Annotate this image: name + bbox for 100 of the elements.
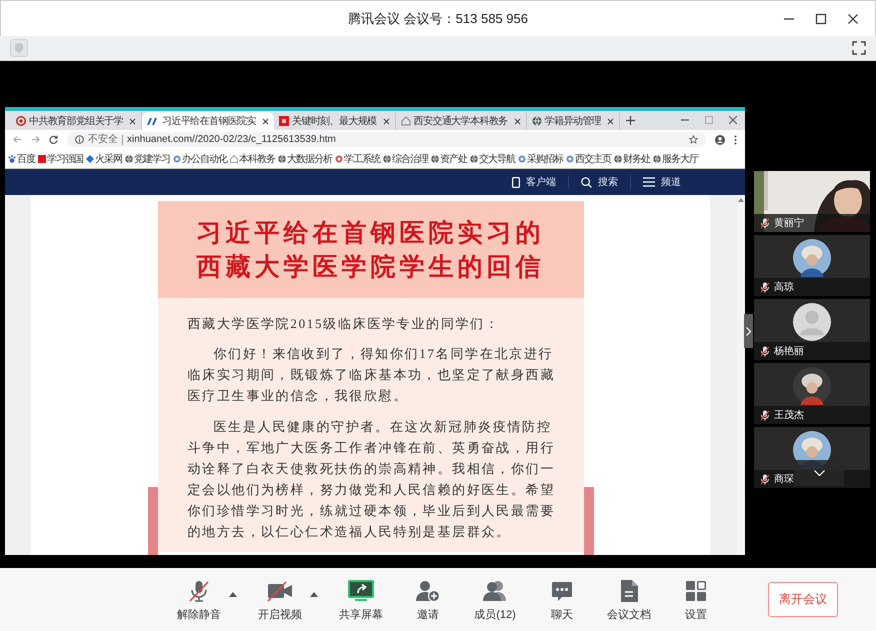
bookmark[interactable]: 党建学习 [125, 152, 170, 166]
chat-button[interactable]: 聊天 [533, 578, 591, 622]
seal-icon [16, 116, 26, 126]
side-ribbon [148, 487, 158, 555]
share-screen-button[interactable]: 共享屏幕 [332, 578, 390, 622]
search-icon [581, 176, 592, 188]
unmute-button[interactable]: 解除静音 [170, 578, 228, 622]
invite-button[interactable]: 邀请 [399, 578, 457, 622]
bookmark[interactable]: 百度 [8, 152, 35, 166]
paragraph: 你们好！来信收到了，得知你们17名同学在北京进行临床实习期间，既锻炼了临床基本功，也坚定了献身西藏医疗卫生事业的信念，我很欣慰。 [188, 345, 556, 405]
caret-icon[interactable] [310, 592, 318, 596]
scrollbar[interactable] [737, 195, 745, 555]
leave-meeting-button[interactable]: 离开会议 [768, 582, 838, 617]
avatar-icon [793, 303, 831, 341]
participant-tile[interactable]: 王茂杰 [754, 363, 870, 424]
document-icon [619, 578, 639, 602]
chevron-right-icon [746, 326, 751, 336]
close-icon[interactable] [607, 118, 614, 124]
seal-icon [173, 154, 181, 162]
salutation: 西藏大学医学院2015级临床医学专业的同学们： [188, 315, 501, 333]
side-ribbon [584, 487, 594, 555]
participant-tile[interactable]: 黄丽宁 [754, 171, 870, 232]
url-text: xinhuanet.com//2020-02/23/c_1125613539.htm [127, 134, 336, 145]
scroll-up-icon[interactable] [738, 198, 744, 202]
maximize-icon[interactable] [815, 13, 827, 25]
close-icon[interactable] [129, 118, 136, 124]
add-person-icon [415, 578, 441, 602]
star-icon[interactable] [689, 135, 698, 144]
house-icon [400, 116, 411, 126]
article-title: 习近平给在首钢医院实习的西藏大学医学院学生的回信 [196, 216, 546, 282]
bookmark[interactable]: 学习强国 [38, 152, 83, 166]
square-logo-icon [279, 116, 290, 126]
bookmark[interactable]: 本科教务 [230, 152, 275, 166]
address-bar[interactable]: 不安全 xinhuanet.com//2020-02/23/c_1125613539.htm [67, 132, 706, 147]
house-icon [230, 154, 238, 162]
globe-icon [653, 154, 661, 162]
bookmark[interactable]: 西交主页 [566, 152, 611, 166]
window-title: 腾讯会议 会议号：513 585 956 [348, 10, 528, 28]
paw-icon [8, 154, 16, 162]
participant-name: 商琛 [774, 472, 794, 486]
chevron-down-icon [814, 470, 824, 476]
browser-tab[interactable]: 习近平给在首钢医院实 [142, 112, 274, 130]
bookmark[interactable]: 采购招标 [518, 152, 563, 166]
account-icon[interactable] [715, 134, 725, 144]
seal-icon [566, 154, 574, 162]
phone-icon [512, 176, 520, 188]
browser-tab[interactable]: 西安交通大学本科教务 [396, 112, 527, 130]
bookmark[interactable]: 资产处 [431, 152, 467, 166]
menu-icon [643, 177, 655, 187]
site-logo-icon [147, 116, 160, 126]
participant-name: 黄丽宁 [774, 216, 804, 230]
participant-tile[interactable]: 高琼 [754, 235, 870, 296]
globe-icon [125, 154, 133, 162]
side-handle[interactable] [744, 314, 753, 348]
square-logo-icon [38, 154, 46, 162]
bookmark[interactable]: 财务处 [614, 152, 650, 166]
bookmark[interactable]: 大数据分析 [278, 152, 332, 166]
more-icon[interactable] [734, 134, 737, 144]
new-tab-icon[interactable] [626, 116, 636, 125]
close-icon[interactable] [729, 116, 737, 124]
nav-link[interactable]: 搜索 [568, 175, 630, 189]
nav-link[interactable]: 客户端 [500, 175, 568, 189]
browser-tab[interactable]: 关键时刻、最大规模 [274, 112, 396, 130]
bookmark[interactable]: 学工系统 [335, 152, 380, 166]
close-icon[interactable] [382, 118, 390, 124]
grid-icon [684, 578, 708, 602]
participant-tile[interactable]: 杨艳丽 [754, 299, 870, 360]
globe-icon [470, 154, 478, 162]
reload-icon[interactable] [49, 135, 58, 144]
bookmark[interactable]: 交大导航 [470, 152, 515, 166]
video-button[interactable]: 开启视频 [251, 578, 309, 622]
members-button[interactable]: 成员(12) [466, 578, 524, 622]
bookmark[interactable]: 综合治理 [383, 152, 428, 166]
paragraph: 医生是人民健康的守护者。在这次新冠肺炎疫情防控斗争中，军地广大医务工作者冲锋在前、英勇奋战，用行动诠释了白衣天使救死扶伤的崇高精神。我相信，你们一定会以他们为榜样，努力做党和人民信赖的好医生。希望你们珍惜学习时光，练就过硬本领，毕业后到人民最需要的地方去，以仁心仁术造福人民特别是基层群众。 [188, 418, 556, 541]
info-icon [75, 135, 84, 144]
browser-tab[interactable]: 学籍异动管理 [526, 112, 620, 130]
nav-link[interactable]: 频道 [630, 175, 693, 189]
bookmark[interactable]: 办公自动化 [173, 152, 227, 166]
monitor-icon [347, 578, 375, 602]
seal-icon [335, 154, 343, 162]
close-icon[interactable] [262, 118, 270, 124]
security-label: 不安全 [88, 134, 123, 144]
settings-button[interactable]: 设置 [667, 578, 725, 622]
globe-icon [278, 154, 286, 162]
globe-icon [614, 154, 622, 162]
participant-name: 杨艳丽 [774, 344, 804, 358]
caret-icon[interactable] [229, 592, 237, 596]
globe-icon [383, 154, 391, 162]
seal-icon [518, 154, 526, 162]
fullscreen-icon[interactable] [852, 41, 866, 55]
globe-icon [532, 116, 542, 126]
people-icon [481, 578, 509, 602]
bookmark[interactable]: 服务大厅 [653, 152, 698, 166]
bookmark[interactable]: 火采网 [86, 152, 122, 166]
diamond-icon [86, 154, 94, 162]
documents-button[interactable]: 会议文档 [600, 578, 658, 622]
close-icon[interactable] [514, 118, 521, 124]
participant-name: 高琼 [774, 280, 794, 294]
close-icon[interactable] [847, 13, 859, 25]
globe-icon [431, 154, 439, 162]
